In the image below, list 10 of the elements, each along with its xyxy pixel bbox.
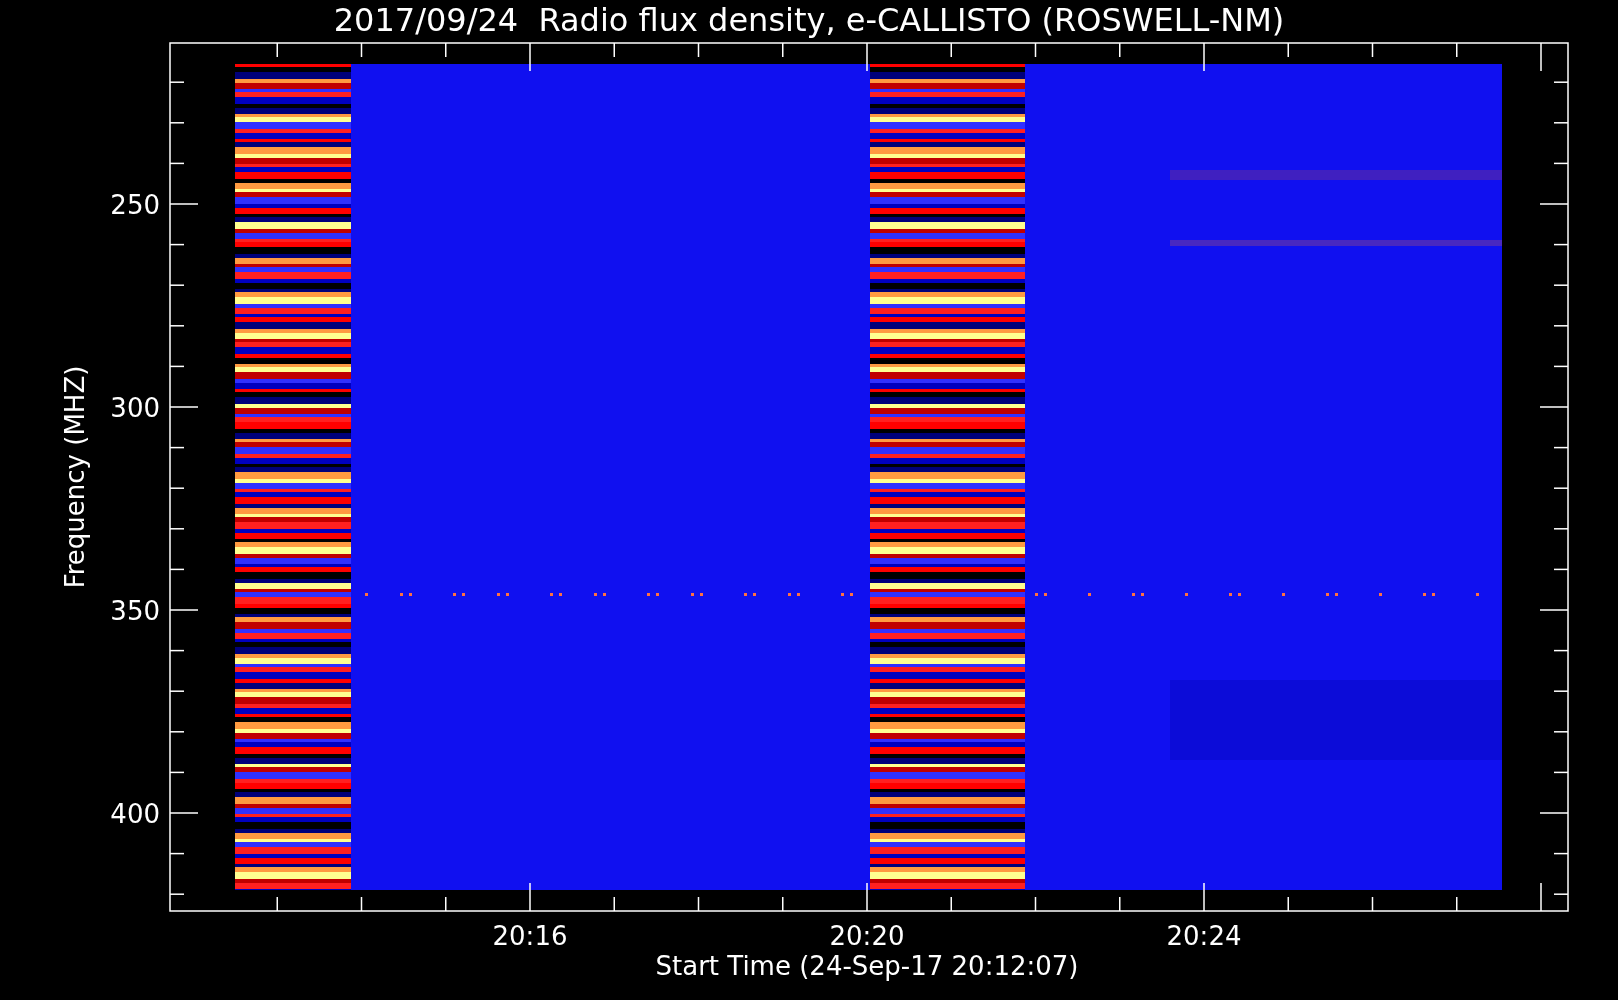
axis-tick-label: 20:20 xyxy=(829,921,905,951)
axis-label: Frequency (MHZ) xyxy=(60,365,90,589)
axis-tick-label: 20:16 xyxy=(492,921,568,951)
axis-tick-label: 250 xyxy=(110,190,160,220)
axis-tick-label: 20:24 xyxy=(1166,921,1242,951)
axis-tick-label: 350 xyxy=(110,596,160,626)
axis-tick-label: 400 xyxy=(110,799,160,829)
chart-title: 2017/09/24 Radio flux density, e-CALLISTO (ROSWELL-NM) xyxy=(333,1,1285,39)
axis-tick-label: 300 xyxy=(110,393,160,423)
axis-label: Start Time (24-Sep-17 20:12:07) xyxy=(655,951,1079,981)
